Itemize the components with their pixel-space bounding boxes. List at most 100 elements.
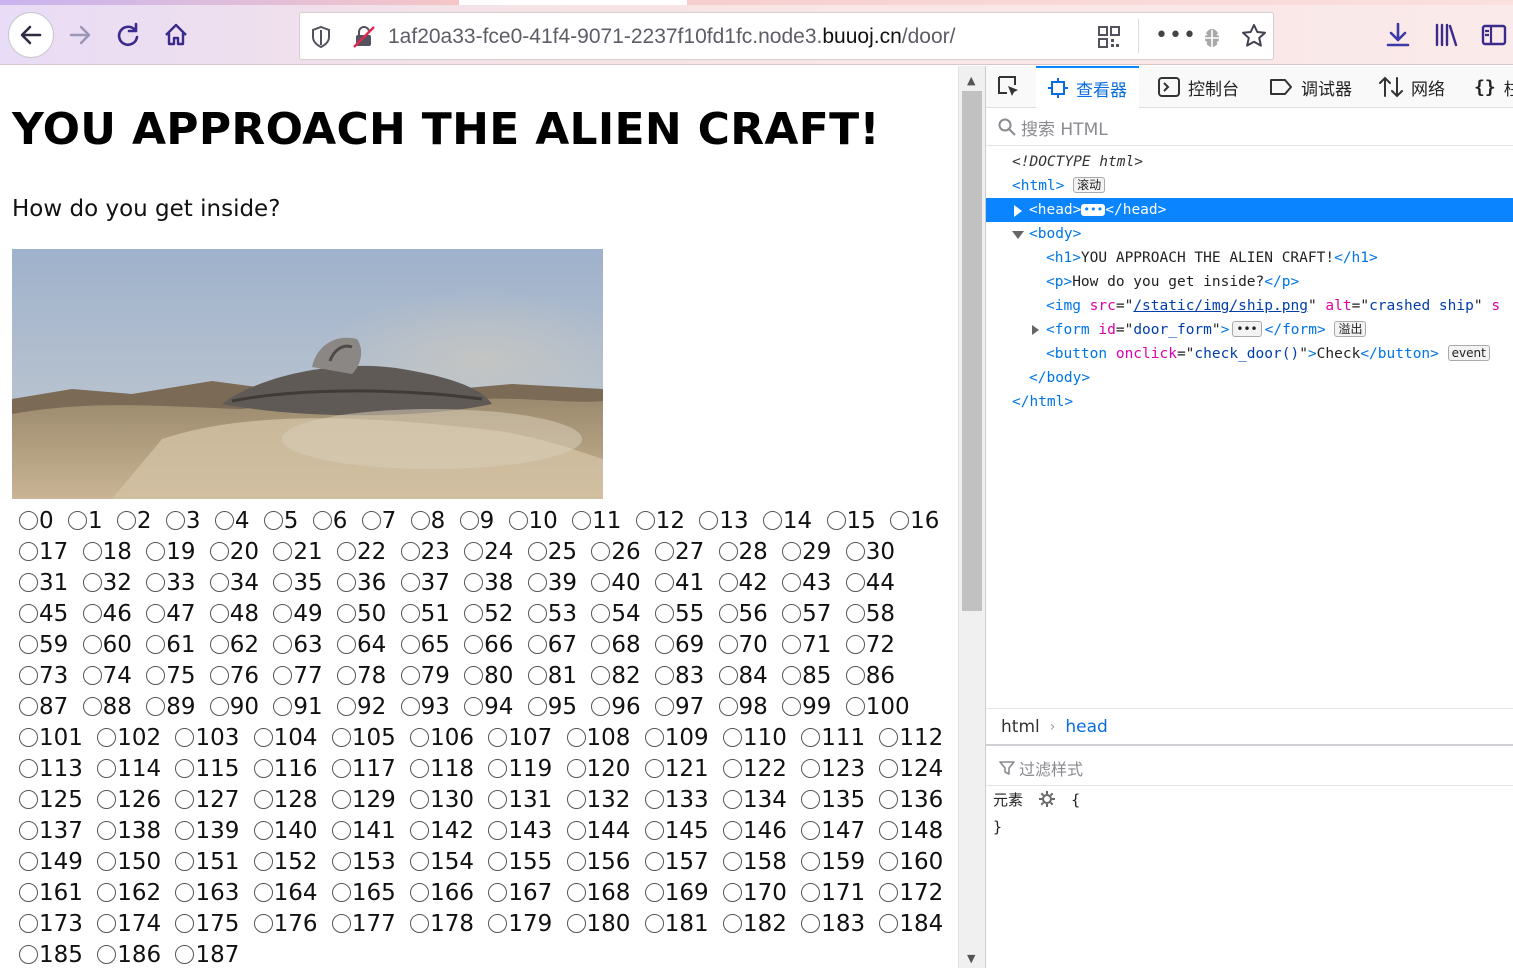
radio-option[interactable]: 5 [257, 508, 298, 534]
radio-button[interactable] [331, 790, 351, 809]
tree-node-p[interactable]: <p>How do you get inside?</p> [986, 270, 1513, 294]
radio-button[interactable] [97, 945, 117, 964]
radio-button[interactable] [464, 697, 484, 716]
radio-button[interactable] [175, 883, 195, 902]
radio-button[interactable] [566, 821, 586, 840]
gear-icon[interactable] [1038, 790, 1056, 815]
radio-button[interactable] [527, 542, 547, 561]
radio-option[interactable]: 76 [203, 663, 259, 689]
radio-button[interactable] [67, 511, 87, 530]
radio-button[interactable] [845, 573, 865, 592]
radio-option[interactable]: 117 [325, 756, 396, 782]
radio-option[interactable]: 168 [560, 880, 630, 906]
radio-option[interactable]: 52 [457, 601, 513, 627]
radio-button[interactable] [782, 635, 802, 654]
radio-button[interactable] [19, 790, 38, 809]
radio-option[interactable]: 106 [403, 725, 474, 751]
radio-button[interactable] [331, 759, 351, 778]
element-picker-button[interactable] [996, 66, 1022, 108]
radio-button[interactable] [146, 666, 166, 685]
radio-button[interactable] [566, 728, 586, 747]
radio-button[interactable] [263, 511, 283, 530]
radio-button[interactable] [410, 852, 430, 871]
radio-button[interactable] [654, 635, 674, 654]
radio-option[interactable]: 97 [648, 694, 704, 720]
radio-button[interactable] [566, 852, 586, 871]
radio-option[interactable]: 96 [584, 694, 641, 720]
radio-button[interactable] [644, 759, 664, 778]
radio-button[interactable] [879, 914, 899, 933]
door-form[interactable]: 0 1 2 3 4 5 6 7 8 9 10 11 12 13 14 15 16… [12, 506, 952, 968]
radio-option[interactable]: 115 [168, 756, 239, 782]
radio-option[interactable]: 12 [629, 508, 685, 534]
radio-button[interactable] [400, 542, 420, 561]
radio-button[interactable] [97, 852, 117, 871]
tab-network[interactable]: 网络 [1379, 66, 1445, 108]
radio-option[interactable]: 171 [794, 880, 865, 906]
radio-button[interactable] [718, 573, 738, 592]
radio-option[interactable]: 100 [839, 694, 910, 720]
radio-option[interactable]: 3 [159, 508, 201, 534]
radio-option[interactable]: 133 [638, 787, 709, 813]
radio-option[interactable]: 127 [168, 787, 239, 813]
radio-option[interactable]: 0 [12, 508, 54, 534]
radio-button[interactable] [312, 511, 332, 530]
radio-option[interactable]: 9 [453, 508, 494, 534]
radio-button[interactable] [97, 759, 117, 778]
scroll-down-arrow-icon[interactable]: ▼ [967, 952, 975, 965]
tree-node-form[interactable]: <form id="door_form"> ••• </form> 溢出 [986, 318, 1513, 342]
radio-option[interactable]: 179 [481, 911, 552, 937]
tab-debugger[interactable]: 调试器 [1269, 66, 1352, 108]
radio-button[interactable] [19, 697, 38, 716]
scroll-up-arrow-icon[interactable]: ▲ [967, 74, 975, 87]
radio-button[interactable] [644, 883, 664, 902]
reload-button[interactable] [108, 15, 148, 55]
radio-button[interactable] [331, 852, 351, 871]
radio-button[interactable] [879, 790, 899, 809]
radio-option[interactable]: 80 [457, 663, 513, 689]
radio-button[interactable] [175, 945, 195, 964]
radio-button[interactable] [253, 914, 273, 933]
radio-option[interactable]: 2 [110, 508, 152, 534]
tree-node-html[interactable]: <html> 滚动 [986, 174, 1513, 198]
radio-option[interactable]: 41 [648, 570, 704, 596]
radio-option[interactable]: 177 [325, 911, 396, 937]
radio-button[interactable] [782, 542, 802, 561]
radio-option[interactable]: 108 [560, 725, 630, 751]
radio-button[interactable] [116, 511, 136, 530]
radio-button[interactable] [591, 635, 611, 654]
radio-option[interactable]: 10 [502, 508, 558, 534]
radio-option[interactable]: 122 [716, 756, 787, 782]
radio-button[interactable] [488, 821, 508, 840]
radio-button[interactable] [82, 635, 102, 654]
radio-option[interactable]: 39 [521, 570, 577, 596]
radio-button[interactable] [488, 914, 508, 933]
radio-option[interactable]: 70 [712, 632, 768, 658]
radio-option[interactable]: 153 [325, 849, 396, 875]
radio-option[interactable]: 109 [638, 725, 709, 751]
radio-option[interactable]: 60 [76, 632, 132, 658]
breadcrumb-item-head[interactable]: head [1065, 717, 1107, 737]
radio-button[interactable] [336, 542, 356, 561]
radio-button[interactable] [464, 542, 484, 561]
radio-button[interactable] [654, 666, 674, 685]
radio-option[interactable]: 29 [775, 539, 831, 565]
radio-button[interactable] [527, 573, 547, 592]
radio-option[interactable]: 139 [168, 818, 239, 844]
radio-option[interactable]: 101 [12, 725, 83, 751]
tree-node-body-close[interactable]: </body> [986, 366, 1513, 390]
radio-button[interactable] [782, 666, 802, 685]
radio-option[interactable]: 169 [638, 880, 709, 906]
radio-option[interactable]: 33 [139, 570, 195, 596]
radio-button[interactable] [644, 852, 664, 871]
radio-option[interactable]: 30 [839, 539, 895, 565]
radio-option[interactable]: 163 [168, 880, 239, 906]
radio-button[interactable] [718, 635, 738, 654]
radio-button[interactable] [591, 542, 611, 561]
radio-option[interactable]: 15 [820, 508, 876, 534]
radio-option[interactable]: 103 [168, 725, 239, 751]
radio-button[interactable] [19, 542, 38, 561]
tree-node-html-close[interactable]: </html> [986, 390, 1513, 414]
radio-button[interactable] [459, 511, 479, 530]
radio-option[interactable]: 116 [247, 756, 318, 782]
